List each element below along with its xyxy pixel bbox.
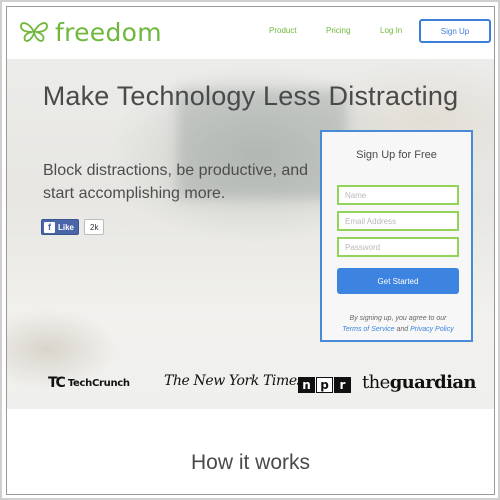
guardian-suffix: guardian bbox=[389, 372, 477, 393]
techcrunch-logo: TC TechCrunch bbox=[48, 375, 130, 391]
facebook-like-button[interactable]: f Like bbox=[41, 219, 80, 235]
facebook-icon: f bbox=[44, 221, 55, 233]
npr-logo: n p r bbox=[298, 377, 352, 393]
privacy-policy-link[interactable]: Privacy Policy bbox=[410, 326, 454, 333]
name-field[interactable] bbox=[337, 185, 459, 205]
header-signup-button[interactable]: Sign Up bbox=[419, 19, 491, 43]
terms-notice: By signing up, you agree to our Terms of… bbox=[330, 313, 466, 335]
signup-card: Sign Up for Free Get Started By signing … bbox=[320, 130, 473, 342]
how-it-works-section: How it works bbox=[7, 409, 494, 494]
screenshot-frame: freedom Product Pricing Log In Sign Up M… bbox=[0, 0, 500, 500]
guardian-logo: theguardian bbox=[362, 372, 476, 393]
techcrunch-wordmark: TechCrunch bbox=[67, 377, 130, 389]
hero-subtitle: Block distractions, be productive, and s… bbox=[43, 162, 309, 202]
facebook-like-widget: f Like 2k bbox=[41, 219, 105, 235]
terms-and: and bbox=[396, 326, 409, 333]
top-navbar: freedom Product Pricing Log In Sign Up bbox=[7, 7, 494, 59]
nav-product[interactable]: Product bbox=[269, 26, 297, 35]
guardian-prefix: the bbox=[362, 372, 390, 393]
page: freedom Product Pricing Log In Sign Up M… bbox=[6, 6, 495, 495]
like-label: Like bbox=[58, 222, 75, 232]
nav-login[interactable]: Log In bbox=[380, 26, 402, 35]
signup-card-title: Sign Up for Free bbox=[356, 149, 437, 161]
npr-letter: r bbox=[334, 377, 351, 393]
hero-title: Make Technology Less Distracting bbox=[42, 81, 459, 111]
press-logos: TC TechCrunch The New York Times n p r t… bbox=[7, 369, 494, 399]
terms-prefix: By signing up, you agree to our bbox=[349, 315, 447, 322]
nav-pricing[interactable]: Pricing bbox=[326, 26, 350, 35]
like-count: 2k bbox=[84, 219, 105, 235]
techcrunch-mark: TC bbox=[48, 375, 66, 391]
hero-section: Make Technology Less Distracting Block d… bbox=[7, 59, 494, 409]
terms-of-service-link[interactable]: Terms of Service bbox=[342, 326, 394, 333]
npr-letter: p bbox=[316, 377, 333, 393]
password-field[interactable] bbox=[337, 237, 459, 257]
how-it-works-title: How it works bbox=[190, 451, 311, 474]
nyt-logo: The New York Times bbox=[164, 373, 304, 389]
email-field[interactable] bbox=[337, 211, 459, 231]
get-started-button[interactable]: Get Started bbox=[337, 268, 459, 294]
npr-letter: n bbox=[298, 377, 315, 393]
